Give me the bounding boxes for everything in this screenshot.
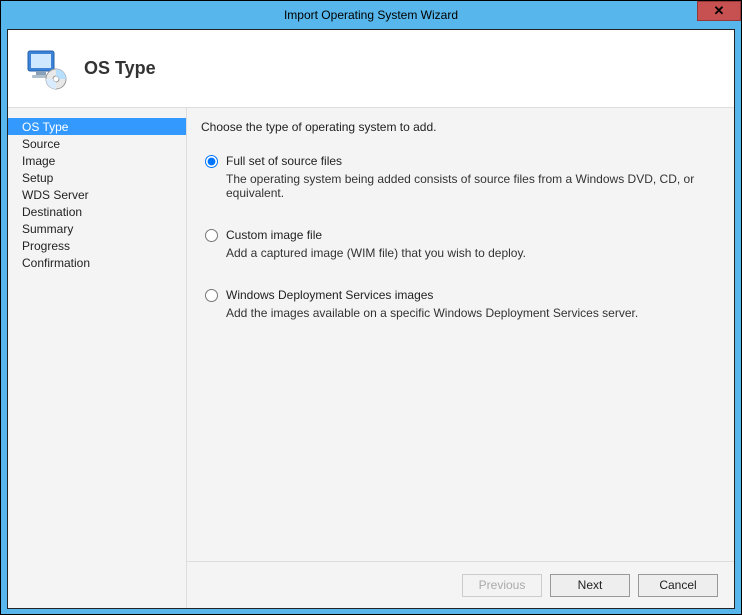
close-icon: ✕ bbox=[714, 3, 725, 19]
content-area: OS Type Source Image Setup WDS Server De… bbox=[8, 108, 734, 608]
wizard-header: OS Type bbox=[8, 30, 734, 108]
sidebar-item-image[interactable]: Image bbox=[8, 152, 186, 169]
desc-custom-image: Add a captured image (WIM file) that you… bbox=[201, 246, 716, 260]
desc-full-source: The operating system being added consist… bbox=[201, 172, 716, 200]
previous-button: Previous bbox=[462, 574, 542, 597]
main-panel: Choose the type of operating system to a… bbox=[186, 108, 734, 608]
close-button[interactable]: ✕ bbox=[697, 1, 741, 21]
sidebar-item-source[interactable]: Source bbox=[8, 135, 186, 152]
wizard-steps-sidebar: OS Type Source Image Setup WDS Server De… bbox=[8, 108, 186, 608]
sidebar-item-wds-server[interactable]: WDS Server bbox=[8, 186, 186, 203]
titlebar: Import Operating System Wizard ✕ bbox=[1, 1, 741, 29]
sidebar-item-confirmation[interactable]: Confirmation bbox=[8, 254, 186, 271]
option-custom-image[interactable]: Custom image file bbox=[201, 228, 716, 242]
sidebar-item-summary[interactable]: Summary bbox=[8, 220, 186, 237]
main-content: Choose the type of operating system to a… bbox=[187, 108, 734, 562]
radio-full-source[interactable] bbox=[205, 155, 218, 168]
option-full-source[interactable]: Full set of source files bbox=[201, 154, 716, 168]
desc-wds-images: Add the images available on a specific W… bbox=[201, 306, 716, 320]
radio-label-full-source: Full set of source files bbox=[226, 154, 342, 168]
window-title: Import Operating System Wizard bbox=[284, 8, 458, 22]
page-title: OS Type bbox=[84, 58, 156, 79]
radio-custom-image[interactable] bbox=[205, 229, 218, 242]
option-wds-images[interactable]: Windows Deployment Services images bbox=[201, 288, 716, 302]
sidebar-item-os-type[interactable]: OS Type bbox=[8, 118, 186, 135]
instruction-text: Choose the type of operating system to a… bbox=[201, 120, 716, 134]
sidebar-item-destination[interactable]: Destination bbox=[8, 203, 186, 220]
cancel-button[interactable]: Cancel bbox=[638, 574, 718, 597]
wizard-footer: Previous Next Cancel bbox=[187, 562, 734, 608]
sidebar-item-setup[interactable]: Setup bbox=[8, 169, 186, 186]
computer-disc-icon bbox=[22, 45, 70, 93]
next-button[interactable]: Next bbox=[550, 574, 630, 597]
window-body: OS Type OS Type Source Image Setup WDS S… bbox=[7, 29, 735, 609]
radio-label-wds-images: Windows Deployment Services images bbox=[226, 288, 433, 302]
radio-label-custom-image: Custom image file bbox=[226, 228, 322, 242]
sidebar-item-progress[interactable]: Progress bbox=[8, 237, 186, 254]
radio-wds-images[interactable] bbox=[205, 289, 218, 302]
